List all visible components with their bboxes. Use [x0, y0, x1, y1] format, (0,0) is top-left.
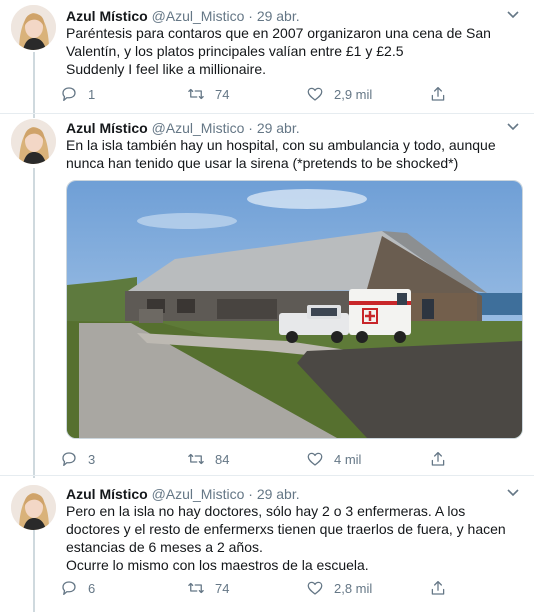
- tweet[interactable]: Azul Místico @Azul_Mistico · 29 abr. Par…: [0, 0, 534, 112]
- like-button[interactable]: 2,9 mil: [306, 84, 372, 104]
- share-button[interactable]: [429, 84, 447, 104]
- display-name[interactable]: Azul Místico: [66, 8, 148, 24]
- tweet-text: Paréntesis para contaros que en 2007 org…: [66, 25, 491, 77]
- separator-dot: ·: [248, 8, 253, 24]
- like-count: 2,8 mil: [334, 580, 373, 596]
- tweet-header: Azul Místico @Azul_Mistico · 29 abr.: [66, 484, 300, 504]
- display-name[interactable]: Azul Místico: [66, 486, 148, 502]
- user-handle[interactable]: @Azul_Mistico: [152, 120, 245, 136]
- reply-icon: [62, 87, 76, 102]
- reply-icon: [62, 581, 76, 596]
- share-icon: [431, 86, 445, 101]
- retweet-button[interactable]: 84: [187, 449, 229, 469]
- separator-dot: ·: [248, 120, 253, 136]
- tweet-date[interactable]: 29 abr.: [257, 8, 300, 24]
- reply-button[interactable]: 1: [60, 84, 95, 104]
- display-name[interactable]: Azul Místico: [66, 120, 148, 136]
- tweet-date[interactable]: 29 abr.: [257, 120, 300, 136]
- retweet-icon: [188, 88, 204, 100]
- reply-count: 3: [88, 451, 96, 467]
- user-handle[interactable]: @Azul_Mistico: [152, 486, 245, 502]
- tweet-header: Azul Místico @Azul_Mistico · 29 abr.: [66, 6, 300, 26]
- chevron-down-icon[interactable]: [506, 10, 520, 20]
- like-button[interactable]: 4 mil: [306, 449, 361, 469]
- share-icon: [431, 451, 445, 466]
- tweet-actions: 1 74 2,9 mil: [60, 84, 460, 104]
- retweet-count: 84: [215, 451, 230, 467]
- tweet[interactable]: Azul Místico @Azul_Mistico · 29 abr. Per…: [0, 476, 534, 612]
- tweet-actions: 3 84 4 mil: [60, 449, 460, 469]
- like-button[interactable]: 2,8 mil: [306, 578, 372, 598]
- tweet-text: En la isla también hay un hospital, con …: [66, 137, 500, 171]
- tweet-header: Azul Místico @Azul_Mistico · 29 abr.: [66, 118, 300, 138]
- avatar[interactable]: [11, 485, 56, 530]
- heart-icon: [307, 452, 323, 466]
- hospital-photo: [67, 181, 522, 438]
- chevron-down-icon[interactable]: [506, 122, 520, 132]
- retweet-button[interactable]: 74: [187, 84, 229, 104]
- share-icon: [431, 580, 445, 595]
- tweet-date[interactable]: 29 abr.: [257, 486, 300, 502]
- heart-icon: [307, 581, 323, 595]
- retweet-icon: [188, 453, 204, 465]
- like-count: 2,9 mil: [334, 86, 373, 102]
- reply-button[interactable]: 6: [60, 578, 95, 598]
- retweet-button[interactable]: 74: [187, 578, 229, 598]
- reply-count: 1: [88, 86, 96, 102]
- share-button[interactable]: [429, 449, 447, 469]
- tweet-photo[interactable]: [66, 180, 523, 439]
- tweet-text: Pero en la isla no hay doctores, sólo ha…: [66, 503, 506, 573]
- tweet-actions: 6 74 2,8 mil: [60, 578, 460, 598]
- avatar[interactable]: [11, 119, 56, 164]
- chevron-down-icon[interactable]: [506, 488, 520, 498]
- separator-dot: ·: [248, 486, 253, 502]
- reply-button[interactable]: 3: [60, 449, 95, 469]
- heart-icon: [307, 87, 323, 101]
- tweet[interactable]: Azul Místico @Azul_Mistico · 29 abr. En …: [0, 114, 534, 472]
- retweet-count: 74: [215, 86, 230, 102]
- reply-count: 6: [88, 580, 96, 596]
- reply-icon: [62, 452, 76, 467]
- share-button[interactable]: [429, 578, 447, 598]
- retweet-icon: [188, 582, 204, 594]
- avatar[interactable]: [11, 5, 56, 50]
- user-handle[interactable]: @Azul_Mistico: [152, 8, 245, 24]
- retweet-count: 74: [215, 580, 230, 596]
- like-count: 4 mil: [334, 451, 362, 467]
